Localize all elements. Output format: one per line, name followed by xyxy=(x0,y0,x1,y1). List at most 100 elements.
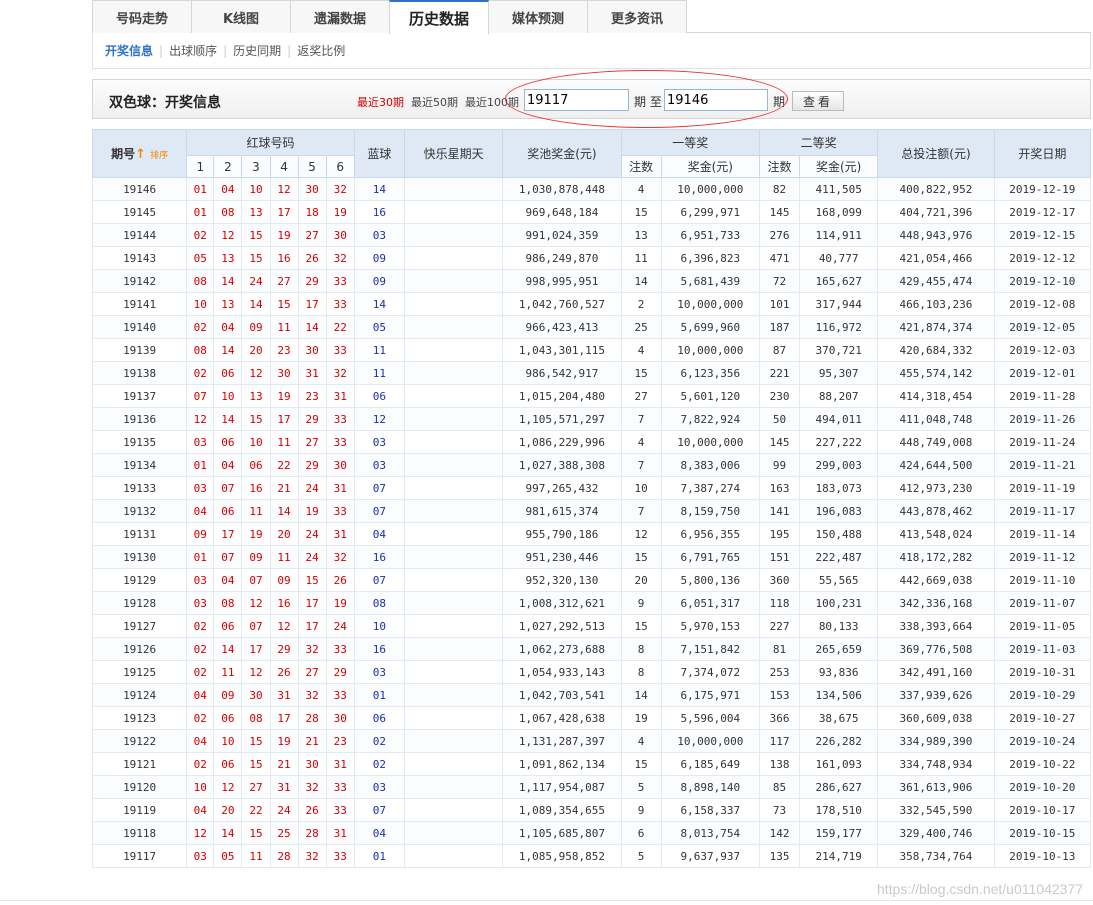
second-prize-count-cell: 276 xyxy=(758,223,801,247)
subnav-history-same-period[interactable]: 历史同期 xyxy=(227,42,287,59)
second-prize-count-cell: 141 xyxy=(758,499,801,523)
second-prize-count-cell: 471 xyxy=(758,246,801,270)
second-prize-amount-cell: 150,488 xyxy=(799,522,879,546)
subnav-return-ratio[interactable]: 返奖比例 xyxy=(291,42,351,59)
first-prize-amount-cell: 8,383,006 xyxy=(660,453,760,477)
issue-cell: 19130 xyxy=(91,545,188,569)
happy-sunday-cell xyxy=(403,729,504,753)
first-prize-amount-cell: 6,175,971 xyxy=(660,683,760,707)
second-prize-count-cell: 360 xyxy=(758,568,801,592)
happy-sunday-cell xyxy=(403,545,504,569)
first-prize-count-cell: 4 xyxy=(620,338,662,362)
first-prize-count-cell: 15 xyxy=(620,361,662,385)
view-button[interactable]: 查看 xyxy=(792,91,844,111)
red-ball-cell: 12 xyxy=(269,177,299,201)
red-ball-cell: 11 xyxy=(269,545,299,569)
tab-history[interactable]: 历史数据 xyxy=(389,0,489,34)
prize-pool-cell: 1,089,354,655 xyxy=(502,798,622,822)
happy-sunday-cell xyxy=(403,798,504,822)
second-prize-amount-cell: 40,777 xyxy=(799,246,879,270)
first-prize-amount-cell: 6,123,356 xyxy=(660,361,760,385)
quick-link-recent-50[interactable]: 最近50期 xyxy=(411,94,458,110)
table-row: 19123 02 06 08 17 28 30 06 1,067,428,638 19 5,596,… xyxy=(91,706,1092,730)
second-prize-amount-cell: 317,944 xyxy=(799,292,879,316)
prize-pool-cell: 1,015,204,480 xyxy=(502,384,622,408)
table-row: 19142 08 14 24 27 29 33 09 998,995,951 14 5,681,43… xyxy=(91,269,1092,293)
red-ball-cell: 14 xyxy=(269,499,299,523)
first-prize-amount-cell: 6,396,823 xyxy=(660,246,760,270)
draw-date-cell: 2019-12-15 xyxy=(993,223,1092,247)
header-red-balls: 红球号码 xyxy=(186,129,355,156)
first-prize-count-cell: 4 xyxy=(620,177,662,201)
to-issue-input[interactable] xyxy=(664,89,768,111)
first-prize-count-cell: 10 xyxy=(620,476,662,500)
red-ball-cell: 20 xyxy=(213,798,243,822)
happy-sunday-cell xyxy=(403,223,504,247)
second-prize-amount-cell: 38,675 xyxy=(799,706,879,730)
red-ball-cell: 28 xyxy=(297,821,327,845)
prize-pool-cell: 1,105,685,807 xyxy=(502,821,622,845)
issue-cell: 19120 xyxy=(91,775,188,799)
tab-trend[interactable]: 号码走势 xyxy=(92,0,192,33)
draw-date-cell: 2019-12-10 xyxy=(993,269,1092,293)
red-ball-cell: 33 xyxy=(325,637,355,661)
red-ball-cell: 09 xyxy=(213,683,243,707)
red-ball-cell: 26 xyxy=(297,246,327,270)
tab-missing[interactable]: 遗漏数据 xyxy=(290,0,390,33)
red-ball-cell: 32 xyxy=(297,844,327,868)
draw-date-cell: 2019-12-01 xyxy=(993,361,1092,385)
happy-sunday-cell xyxy=(403,384,504,408)
first-prize-count-cell: 12 xyxy=(620,522,662,546)
first-prize-amount-cell: 6,791,765 xyxy=(660,545,760,569)
total-bets-cell: 448,749,008 xyxy=(877,430,995,454)
happy-sunday-cell xyxy=(403,315,504,339)
happy-sunday-cell xyxy=(403,568,504,592)
from-issue-input[interactable] xyxy=(524,89,629,111)
subnav-ball-order[interactable]: 出球顺序 xyxy=(163,42,223,59)
quick-link-recent-30[interactable]: 最近30期 xyxy=(357,94,404,110)
red-ball-cell: 04 xyxy=(186,729,215,753)
total-bets-cell: 369,776,508 xyxy=(877,637,995,661)
first-prize-amount-cell: 6,158,337 xyxy=(660,798,760,822)
sort-link[interactable]: 排序 xyxy=(150,151,168,161)
header-second-count: 注数 xyxy=(758,155,801,178)
total-bets-cell: 334,989,390 xyxy=(877,729,995,753)
first-prize-count-cell: 8 xyxy=(620,637,662,661)
second-prize-amount-cell: 227,222 xyxy=(799,430,879,454)
draw-date-cell: 2019-11-07 xyxy=(993,591,1092,615)
sort-arrow-icon[interactable]: ↑ xyxy=(135,147,146,162)
issue-cell: 19129 xyxy=(91,568,188,592)
tab-more[interactable]: 更多资讯 xyxy=(587,0,687,33)
red-ball-cell: 19 xyxy=(269,729,299,753)
tab-media[interactable]: 媒体预测 xyxy=(488,0,588,33)
first-prize-count-cell: 2 xyxy=(620,292,662,316)
red-ball-cell: 33 xyxy=(325,798,355,822)
first-prize-count-cell: 7 xyxy=(620,499,662,523)
draw-date-cell: 2019-11-05 xyxy=(993,614,1092,638)
red-ball-cell: 19 xyxy=(241,522,271,546)
draw-date-cell: 2019-11-17 xyxy=(993,499,1092,523)
red-ball-cell: 15 xyxy=(241,729,271,753)
second-prize-count-cell: 163 xyxy=(758,476,801,500)
first-prize-count-cell: 9 xyxy=(620,591,662,615)
red-ball-cell: 32 xyxy=(325,545,355,569)
prize-pool-cell: 986,542,917 xyxy=(502,361,622,385)
first-prize-count-cell: 20 xyxy=(620,568,662,592)
first-prize-amount-cell: 6,956,355 xyxy=(660,522,760,546)
red-ball-cell: 17 xyxy=(269,407,299,431)
prize-pool-cell: 997,265,432 xyxy=(502,476,622,500)
header-total-bets: 总投注额(元) xyxy=(877,129,995,178)
second-prize-amount-cell: 114,911 xyxy=(799,223,879,247)
second-prize-count-cell: 99 xyxy=(758,453,801,477)
red-ball-cell: 06 xyxy=(213,752,243,776)
tab-kline[interactable]: K线图 xyxy=(191,0,291,33)
subnav-draw-info[interactable]: 开奖信息 xyxy=(105,42,159,59)
header-first-prize: 一等奖 xyxy=(620,129,760,156)
red-ball-cell: 23 xyxy=(325,729,355,753)
second-prize-amount-cell: 93,836 xyxy=(799,660,879,684)
red-ball-cell: 02 xyxy=(186,660,215,684)
quick-link-recent-100[interactable]: 最近100期 xyxy=(465,94,519,110)
header-issue[interactable]: 期号↑ 排序 xyxy=(91,129,188,178)
second-prize-amount-cell: 214,719 xyxy=(799,844,879,868)
header-red-col: 4 xyxy=(269,155,299,178)
